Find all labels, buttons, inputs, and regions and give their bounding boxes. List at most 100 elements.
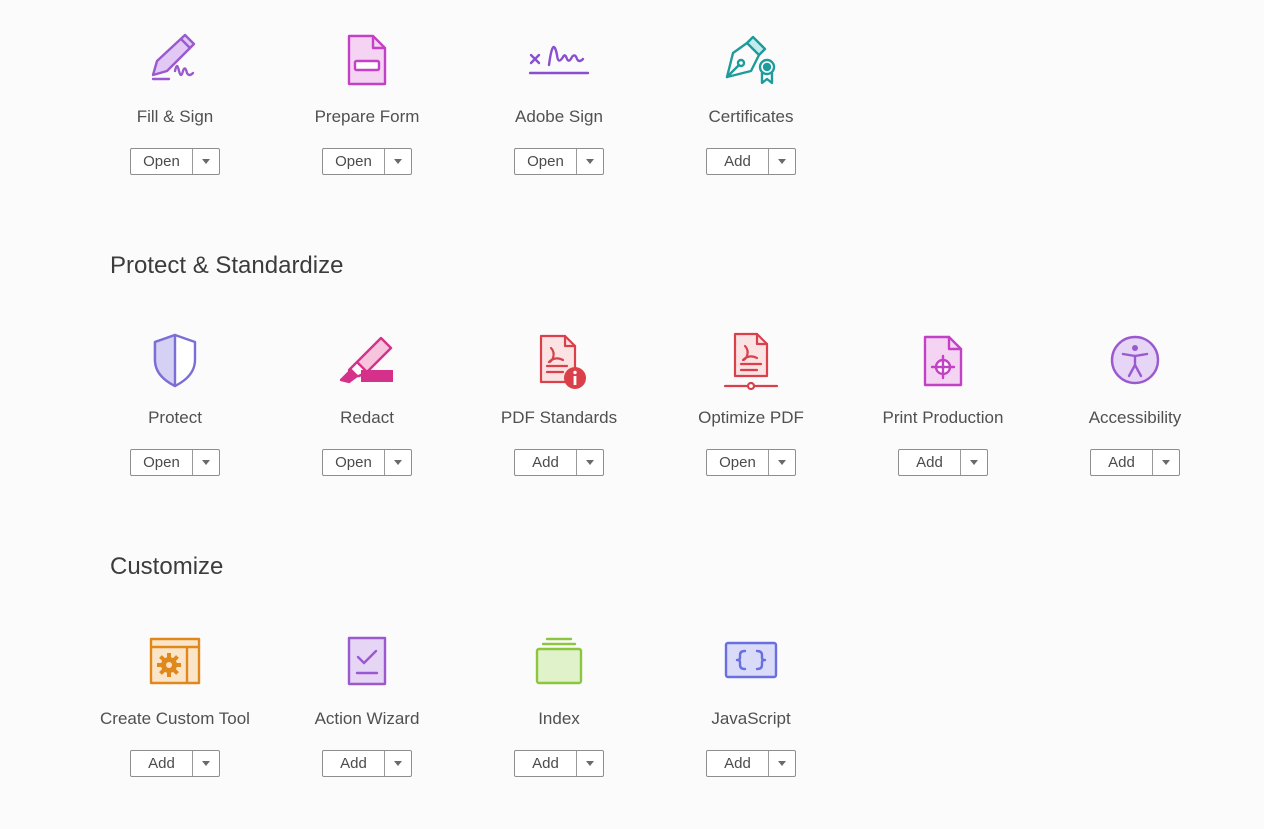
dropdown-toggle[interactable] (385, 450, 411, 475)
tool-prepare-form: Prepare Form Open (271, 31, 463, 191)
button-action-label[interactable]: Add (707, 149, 769, 174)
adobe-sign-open-button[interactable]: Open (514, 148, 604, 175)
dropdown-toggle[interactable] (385, 149, 411, 174)
fountain-pen-certificate-icon[interactable] (721, 31, 781, 91)
tool-label: Accessibility (1088, 408, 1182, 427)
tool-protect: Protect Open (79, 332, 271, 492)
dropdown-toggle[interactable] (577, 450, 603, 475)
tool-label: Action Wizard (314, 709, 420, 728)
tool-label: Prepare Form (314, 107, 420, 126)
pdf-standards-add-button[interactable]: Add (514, 449, 604, 476)
chevron-down-icon (202, 460, 210, 465)
protect-open-button[interactable]: Open (130, 449, 220, 476)
button-action-label[interactable]: Open (131, 450, 193, 475)
dropdown-toggle[interactable] (193, 751, 219, 776)
create-custom-tool-add-button[interactable]: Add (130, 750, 220, 777)
tool-label: Create Custom Tool (100, 709, 250, 728)
button-action-label[interactable]: Add (323, 751, 385, 776)
dropdown-toggle[interactable] (1153, 450, 1179, 475)
dropdown-toggle[interactable] (577, 751, 603, 776)
button-action-label[interactable]: Open (323, 149, 385, 174)
fill-sign-open-button[interactable]: Open (130, 148, 220, 175)
chevron-down-icon (1162, 460, 1170, 465)
stacked-index-icon[interactable] (529, 633, 589, 693)
tool-optimize-pdf: Optimize PDF Open (655, 332, 847, 492)
dropdown-toggle[interactable] (193, 450, 219, 475)
tool-label: Print Production (882, 408, 1004, 427)
tool-label: Redact (340, 408, 394, 427)
pen-signature-icon[interactable] (145, 31, 205, 91)
tool-redact: Redact Open (271, 332, 463, 492)
dropdown-toggle[interactable] (769, 450, 795, 475)
chevron-down-icon (586, 460, 594, 465)
certificates-add-button[interactable]: Add (706, 148, 796, 175)
action-wizard-add-button[interactable]: Add (322, 750, 412, 777)
tool-label: Protect (148, 408, 202, 427)
index-add-button[interactable]: Add (514, 750, 604, 777)
print-crosshair-icon[interactable] (913, 332, 973, 392)
chevron-down-icon (970, 460, 978, 465)
chevron-down-icon (202, 761, 210, 766)
button-action-label[interactable]: Add (515, 450, 577, 475)
chevron-down-icon (586, 159, 594, 164)
section-title-protect: Protect & Standardize (110, 252, 344, 279)
tool-print-production: Print Production Add (847, 332, 1039, 492)
tool-label: Certificates (708, 107, 794, 126)
chevron-down-icon (202, 159, 210, 164)
dropdown-toggle[interactable] (385, 751, 411, 776)
print-production-add-button[interactable]: Add (898, 449, 988, 476)
tool-create-custom-tool: Create Custom Tool Add (79, 633, 271, 793)
shield-icon[interactable] (145, 332, 205, 392)
tool-certificates: Certificates Add (655, 31, 847, 191)
tool-accessibility: Accessibility Add (1039, 332, 1231, 492)
chevron-down-icon (778, 761, 786, 766)
dropdown-toggle[interactable] (769, 751, 795, 776)
chevron-down-icon (394, 460, 402, 465)
accessibility-add-button[interactable]: Add (1090, 449, 1180, 476)
section-title-customize: Customize (110, 553, 224, 580)
chevron-down-icon (394, 761, 402, 766)
tool-adobe-sign: Adobe Sign Open (463, 31, 655, 191)
gear-window-icon[interactable] (145, 633, 205, 693)
curly-braces-icon[interactable] (721, 633, 781, 693)
chevron-down-icon (394, 159, 402, 164)
checklist-icon[interactable] (337, 633, 397, 693)
dropdown-toggle[interactable] (577, 149, 603, 174)
accessibility-person-icon[interactable] (1105, 332, 1165, 392)
tool-javascript: JavaScript Add (655, 633, 847, 793)
tool-pdf-standards: PDF Standards Add (463, 332, 655, 492)
pdf-optimize-icon[interactable] (721, 332, 781, 392)
tool-label: Fill & Sign (136, 107, 214, 126)
tool-label: Adobe Sign (515, 107, 603, 126)
dropdown-toggle[interactable] (193, 149, 219, 174)
tool-label: Index (538, 709, 580, 728)
button-action-label[interactable]: Add (1091, 450, 1153, 475)
chevron-down-icon (586, 761, 594, 766)
tool-label: PDF Standards (500, 408, 618, 427)
form-document-icon[interactable] (337, 31, 397, 91)
redact-open-button[interactable]: Open (322, 449, 412, 476)
javascript-add-button[interactable]: Add (706, 750, 796, 777)
button-action-label[interactable]: Open (515, 149, 577, 174)
tool-label: JavaScript (711, 709, 791, 728)
button-action-label[interactable]: Open (707, 450, 769, 475)
tool-index: Index Add (463, 633, 655, 793)
highlighter-icon[interactable] (337, 332, 397, 392)
button-action-label[interactable]: Add (707, 751, 769, 776)
button-action-label[interactable]: Add (899, 450, 961, 475)
chevron-down-icon (778, 159, 786, 164)
button-action-label[interactable]: Add (515, 751, 577, 776)
signature-line-icon[interactable] (529, 31, 589, 91)
tool-action-wizard: Action Wizard Add (271, 633, 463, 793)
tool-label: Optimize PDF (698, 408, 804, 427)
chevron-down-icon (778, 460, 786, 465)
dropdown-toggle[interactable] (961, 450, 987, 475)
prepare-form-open-button[interactable]: Open (322, 148, 412, 175)
pdf-info-icon[interactable] (529, 332, 589, 392)
optimize-pdf-open-button[interactable]: Open (706, 449, 796, 476)
button-action-label[interactable]: Open (323, 450, 385, 475)
button-action-label[interactable]: Add (131, 751, 193, 776)
button-action-label[interactable]: Open (131, 149, 193, 174)
tool-fill-sign: Fill & Sign Open (79, 31, 271, 191)
dropdown-toggle[interactable] (769, 149, 795, 174)
